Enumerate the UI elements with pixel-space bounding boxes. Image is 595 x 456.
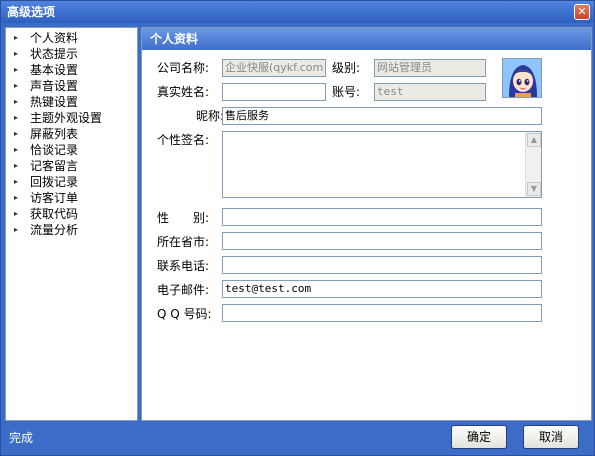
sidebar-item[interactable]: ▸ 个人资料	[6, 30, 137, 46]
window-title: 高级选项	[7, 5, 56, 19]
sidebar-list: ▸ 个人资料 ▸ 状态提示 ▸ 基本设置 ▸ 声音设置 ▸ 热键设置 ▸ 主题外观设置 ▸ 屏蔽列表 ▸ 恰谈…	[6, 28, 137, 238]
close-icon: ✕	[577, 5, 587, 18]
sidebar-item[interactable]: ▸ 回拨记录	[6, 174, 137, 190]
triangle-right-icon: ▸	[14, 113, 19, 122]
email-field[interactable]: test@test.com	[222, 280, 542, 298]
dialog-window: 高级选项 ✕ ▸ 个人资料 ▸ 状态提示 ▸ 基本设置 ▸ 声音设置 ▸ 热键设置 ▸ 主题外观设置 ▸…	[0, 0, 595, 456]
sidebar-item[interactable]: ▸ 获取代码	[6, 206, 137, 222]
email-label: 电子邮件:	[157, 283, 210, 297]
sidebar-item[interactable]: ▸ 状态提示	[6, 46, 137, 62]
close-button[interactable]: ✕	[574, 4, 590, 20]
options-sidebar: ▸ 个人资料 ▸ 状态提示 ▸ 基本设置 ▸ 声音设置 ▸ 热键设置 ▸ 主题外观设置 ▸ 屏蔽列表 ▸ 恰谈…	[5, 27, 138, 421]
sidebar-item[interactable]: ▸ 基本设置	[6, 62, 137, 78]
nickname-label: 昵称:	[196, 109, 225, 123]
triangle-right-icon: ▸	[14, 161, 19, 170]
triangle-right-icon: ▸	[14, 97, 19, 106]
sidebar-item[interactable]: ▸ 主题外观设置	[6, 110, 137, 126]
ok-button[interactable]: 确定	[451, 425, 507, 449]
triangle-right-icon: ▸	[14, 129, 19, 138]
sidebar-item-label: 声音设置	[30, 79, 79, 93]
sidebar-item[interactable]: ▸ 声音设置	[6, 78, 137, 94]
phone-label: 联系电话:	[157, 259, 210, 273]
title-bar: 高级选项 ✕	[1, 1, 594, 23]
sidebar-item-label: 访客订单	[30, 191, 79, 205]
gender-field[interactable]	[222, 208, 542, 226]
sidebar-item[interactable]: ▸ 热键设置	[6, 94, 137, 110]
qq-label: Q Q 号码:	[157, 307, 212, 321]
scroll-down-icon[interactable]: ▼	[527, 182, 541, 196]
sidebar-item-label: 记客留言	[30, 159, 79, 173]
realname-field[interactable]	[222, 83, 326, 101]
triangle-right-icon: ▸	[14, 225, 19, 234]
sidebar-item-label: 状态提示	[30, 47, 79, 61]
triangle-right-icon: ▸	[14, 49, 19, 58]
triangle-right-icon: ▸	[14, 81, 19, 90]
scroll-up-icon[interactable]: ▲	[527, 133, 541, 147]
sidebar-item-label: 热键设置	[30, 95, 79, 109]
sidebar-item-label: 屏蔽列表	[30, 127, 79, 141]
status-text: 完成	[9, 431, 34, 445]
avatar-image	[503, 59, 541, 97]
sidebar-item[interactable]: ▸ 记客留言	[6, 158, 137, 174]
sidebar-item-label: 流量分析	[30, 223, 79, 237]
panel-header: 个人资料	[142, 28, 591, 50]
sidebar-item[interactable]: ▸ 恰谈记录	[6, 142, 137, 158]
profile-panel: 个人资料 公司名称: 企业快服(qykf.com 级别: 网站管理员 真实姓名:	[141, 27, 592, 421]
gender-label: 性 别:	[157, 211, 210, 225]
level-field[interactable]: 网站管理员	[374, 59, 486, 77]
sidebar-item[interactable]: ▸ 访客订单	[6, 190, 137, 206]
cancel-button[interactable]: 取消	[523, 425, 579, 449]
sidebar-item[interactable]: ▸ 屏蔽列表	[6, 126, 137, 142]
sidebar-item-label: 主题外观设置	[30, 111, 103, 125]
triangle-right-icon: ▸	[14, 145, 19, 154]
level-label: 级别:	[332, 61, 361, 75]
sidebar-item-label: 获取代码	[30, 207, 79, 221]
signature-label: 个性签名:	[157, 133, 210, 147]
nickname-field[interactable]: 售后服务	[222, 107, 542, 125]
triangle-right-icon: ▸	[14, 177, 19, 186]
signature-textarea[interactable]: ▲ ▼	[222, 131, 542, 198]
realname-label: 真实姓名:	[157, 85, 210, 99]
triangle-right-icon: ▸	[14, 33, 19, 42]
sidebar-item-label: 回拨记录	[30, 175, 79, 189]
triangle-right-icon: ▸	[14, 65, 19, 74]
account-field[interactable]: test	[374, 83, 486, 101]
avatar[interactable]	[502, 58, 542, 98]
signature-scrollbar[interactable]: ▲ ▼	[525, 132, 541, 197]
sidebar-item-label: 恰谈记录	[30, 143, 79, 157]
sidebar-item-label: 个人资料	[30, 31, 79, 45]
qq-field[interactable]	[222, 304, 542, 322]
company-field[interactable]: 企业快服(qykf.com	[222, 59, 326, 77]
triangle-right-icon: ▸	[14, 209, 19, 218]
company-label: 公司名称:	[157, 61, 210, 75]
sidebar-item[interactable]: ▸ 流量分析	[6, 222, 137, 238]
triangle-right-icon: ▸	[14, 193, 19, 202]
sidebar-item-label: 基本设置	[30, 63, 79, 77]
account-label: 账号:	[332, 85, 361, 99]
province-field[interactable]	[222, 232, 542, 250]
phone-field[interactable]	[222, 256, 542, 274]
province-label: 所在省市:	[157, 235, 210, 249]
